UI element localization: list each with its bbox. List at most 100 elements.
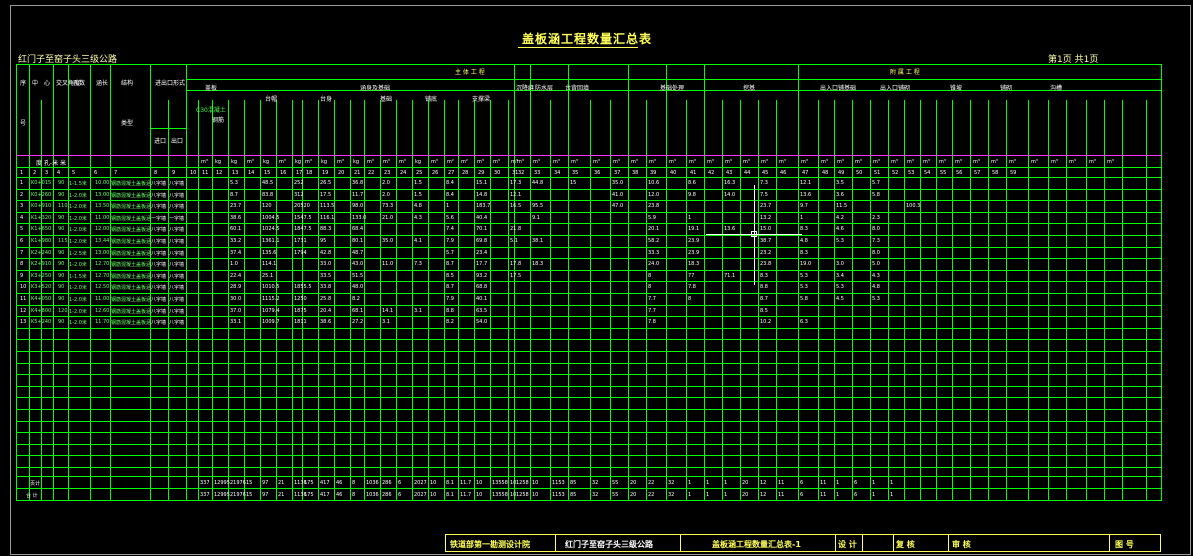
header-column-divider: [798, 100, 799, 155]
column-number: 41: [690, 170, 697, 176]
total-cell: 8: [352, 480, 356, 486]
table-cell-out: 八字墙: [169, 181, 185, 187]
title-block-divider: [948, 534, 949, 552]
table-cell-value: 1: [446, 203, 450, 210]
table-cell-no: 11: [20, 296, 27, 302]
table-cell-no: 6: [20, 238, 24, 244]
structure-header: 结构: [121, 80, 134, 87]
table-cell-type: 钢筋混凝土盖板涵: [111, 297, 152, 303]
table-cell-value: 33.3: [648, 249, 660, 256]
column-number: 19: [322, 170, 329, 176]
unit-cell: m³: [761, 159, 768, 165]
table-cell-type: 钢筋混凝土盖板涵: [111, 250, 152, 257]
table-cell-value: 8: [648, 284, 652, 291]
table-cell-value: 23.4: [476, 249, 488, 256]
table-cell-value: 63.5: [476, 307, 488, 314]
table-cell-type: 钢筋混凝土盖板涵: [111, 181, 152, 187]
table-cell-value: 38.7: [760, 238, 772, 244]
unit-cell: m³: [553, 159, 560, 165]
row-line: [16, 339, 1162, 341]
table-cell-pile: K0+260: [31, 191, 52, 198]
table-cell-value: 35.0: [382, 238, 394, 244]
column-number: 44: [744, 170, 751, 176]
table-cell-value: 18.3: [532, 261, 544, 268]
column-number: 10: [190, 170, 197, 176]
table-cell-value: 17.7: [476, 261, 488, 268]
table-cell-value: 14.1: [382, 307, 394, 314]
table-cell-value: 16.5: [510, 203, 522, 210]
column-number: 18: [306, 170, 313, 176]
column-number: 12: [216, 170, 223, 176]
table-cell-value: 23.8: [760, 261, 772, 268]
row-line: [16, 223, 1162, 225]
unit-cell: m³: [533, 159, 540, 165]
table-cell-value: 22.4: [230, 272, 242, 279]
total-cell: 1: [724, 480, 728, 486]
total-cell: 11: [778, 480, 785, 486]
table-cell-value: 1731: [294, 238, 307, 244]
aux-works-header: 附 属 工 程: [890, 69, 920, 76]
colnum-bottom-line: [16, 177, 1162, 178]
unit-cell: m³: [873, 159, 880, 165]
header-column-divider: [834, 100, 835, 155]
total-cell: 1: [836, 480, 840, 486]
header-column-divider: [1104, 100, 1105, 155]
table-cell-value: 8: [688, 296, 692, 302]
table-cell-value: 19.0: [800, 261, 812, 268]
total-cell: 1: [706, 492, 710, 498]
total-cell: 6: [800, 492, 804, 498]
group-divider: [29, 64, 30, 100]
row-line: [16, 316, 1162, 318]
table-cell-value: 8.2: [446, 319, 454, 326]
table-cell-value: 33.5: [320, 272, 332, 279]
table-cell-value: 6.3: [800, 319, 808, 326]
table-cell-value: 113.5: [320, 203, 335, 210]
table-cell-value: 1250: [294, 296, 307, 302]
drawing-no-label: 图 号: [1115, 540, 1134, 549]
table-cell-value: 120: [262, 203, 272, 210]
table-cell-value: 24.0: [648, 261, 660, 268]
body-header: 台身: [320, 96, 333, 103]
table-cell-value: 77: [688, 272, 695, 279]
table-cell-value: 4.3: [414, 214, 422, 221]
units-top-line: [16, 155, 1162, 156]
table-cell-in: 八字墙: [151, 320, 167, 327]
table-cell-value: 37.0: [230, 307, 242, 314]
table-cell-value: 48.7: [352, 249, 364, 256]
backfill-header: 台背回填: [565, 85, 590, 92]
header-column-divider: [936, 100, 937, 155]
table-cell-angle: 115: [58, 238, 68, 244]
table-cell-out: 八字墙: [169, 297, 185, 303]
row-line: [16, 455, 1162, 457]
row-line: [16, 269, 1162, 271]
quantity-table: [16, 64, 1162, 501]
waterproof-header: 防水层: [535, 85, 554, 92]
table-cell-value: 12.0: [648, 191, 660, 198]
table-cell-value: 1.5: [414, 180, 422, 186]
table-cell-value: 8.5: [760, 307, 768, 314]
total-cell: 13558: [492, 492, 508, 498]
group-divider: [53, 64, 54, 100]
header-column-divider: [53, 100, 54, 155]
total-cell: 46: [336, 492, 343, 498]
column-number: 57: [974, 170, 981, 176]
table-cell-len: 11.00: [95, 214, 110, 221]
table-cell-value: 8.4: [446, 180, 454, 186]
table-cell-no: 13: [20, 319, 27, 326]
unit-cell: m³: [1069, 159, 1076, 165]
table-cell-holes: 1-2.0米: [69, 192, 87, 199]
unit-cell: m²: [447, 159, 454, 165]
table-cell-value: 70.1: [476, 226, 488, 233]
table-cell-value: 8.0: [872, 249, 880, 256]
column-number: 36: [594, 170, 601, 176]
table-cell-value: 1.5: [414, 191, 422, 198]
crosshair-cursor[interactable]: [751, 231, 757, 237]
column-number: 20: [338, 170, 345, 176]
table-cell-out: 八字墙: [169, 285, 185, 292]
total-cell: 12: [760, 492, 767, 498]
unit-cell: m³: [991, 159, 998, 165]
row-line: [16, 409, 1162, 410]
header-column-divider: [1048, 100, 1049, 155]
table-cell-value: 4.5: [836, 296, 844, 302]
table-cell-value: 14.8: [476, 191, 488, 198]
